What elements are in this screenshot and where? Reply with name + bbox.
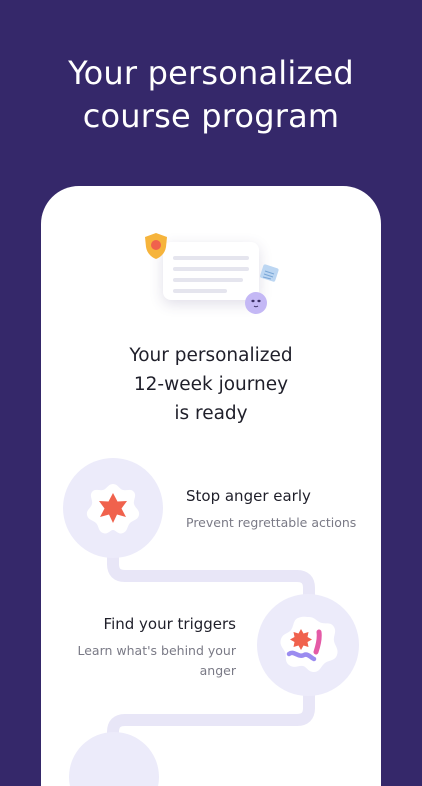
journey-title-line-2: 12-week journey: [133, 374, 289, 395]
phone-screen: Your personalized 12-week journey is rea…: [41, 186, 381, 786]
journey-title-line-1: Your personalized: [129, 345, 293, 366]
step-2-title: Find your triggers: [103, 615, 236, 633]
step-1-title: Stop anger early: [186, 487, 311, 505]
step-1-description: Prevent regrettable actions: [186, 515, 357, 530]
headline-line-1: Your personalized: [68, 54, 354, 92]
journey-illustration: [41, 186, 381, 326]
document-icon: [260, 264, 279, 282]
shield-icon: [145, 233, 167, 259]
step-2-description-line-1: Learn what's behind your: [77, 643, 237, 658]
triggers-icon: [280, 616, 338, 672]
smiley-face-icon: [245, 292, 267, 314]
journey-title-line-3: is ready: [174, 403, 248, 424]
headline: Your personalized course program: [0, 52, 422, 138]
headline-line-2: course program: [82, 97, 340, 135]
journey-title: Your personalized 12-week journey is rea…: [41, 341, 381, 428]
step-2-description: Learn what's behind your anger: [66, 641, 237, 681]
star-badge-icon: [86, 484, 140, 534]
step-2-description-line-2: anger: [199, 663, 236, 678]
